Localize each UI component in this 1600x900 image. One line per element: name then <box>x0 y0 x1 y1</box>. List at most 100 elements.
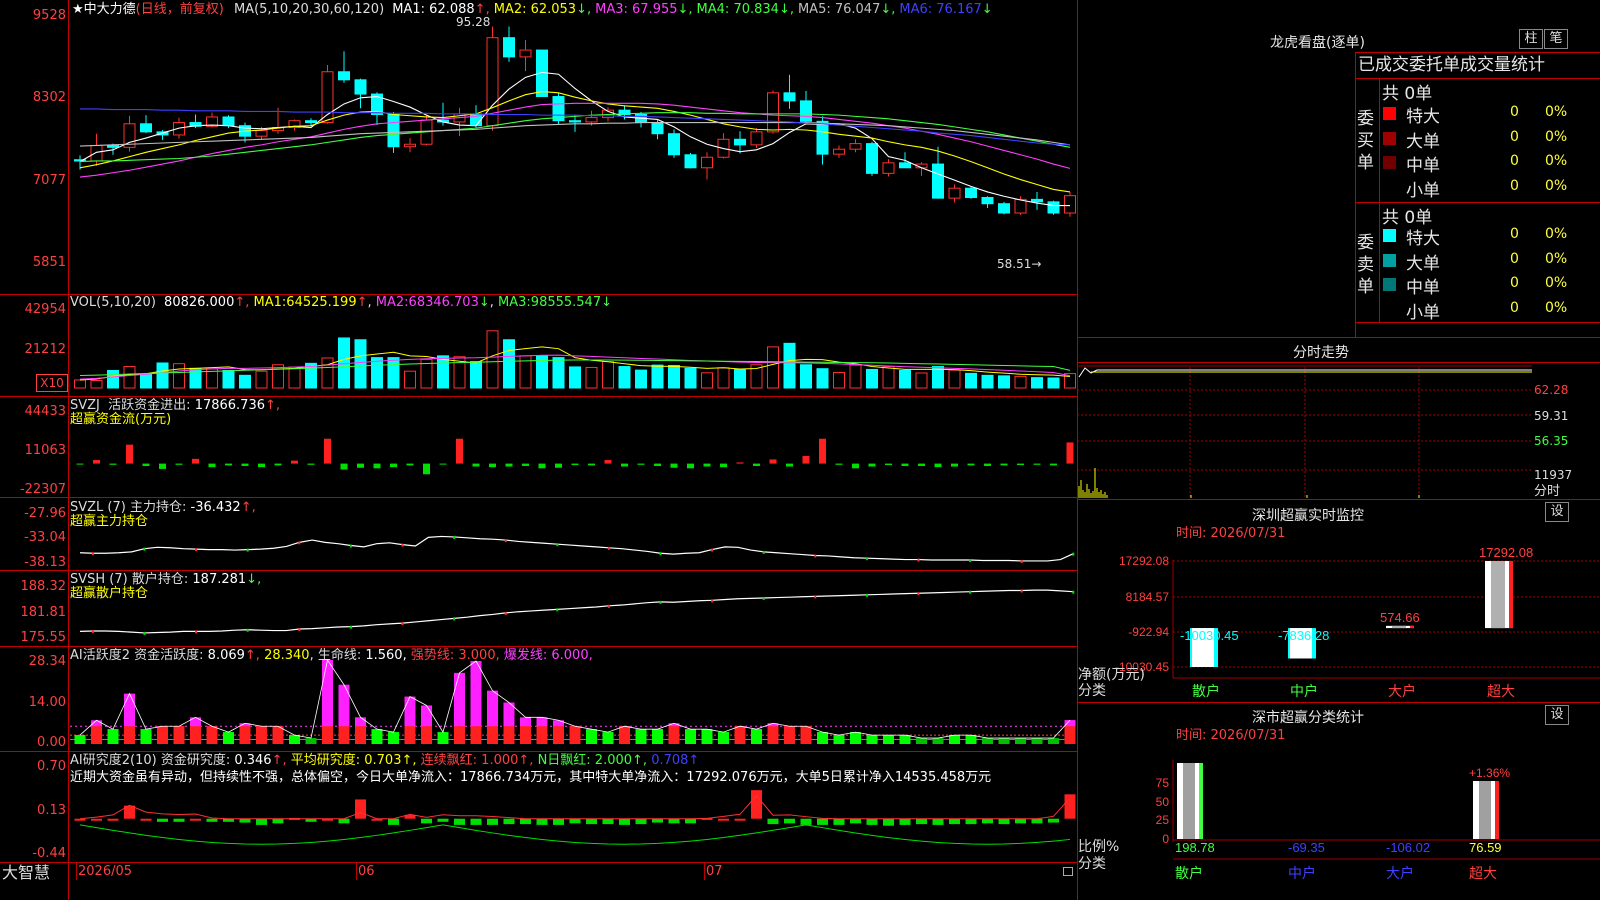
activity-bar <box>899 735 911 744</box>
volume-bar <box>998 375 1010 389</box>
fund-flow-bar <box>76 463 84 465</box>
holding-tick <box>195 630 198 634</box>
volume-bar <box>783 342 796 389</box>
order-size-label: 中单 <box>1406 156 1440 176</box>
research-bar <box>140 818 152 821</box>
sz-class-chart: 75 50 25 0 198.78 散户 -69.35 中户 -106.02 大户 76.59 超大 +… <box>1156 760 1600 882</box>
holding-tick <box>143 631 146 635</box>
sz-class-y-label: 25 <box>1156 813 1170 827</box>
holding-tick <box>246 548 249 552</box>
holding-tick <box>298 628 301 631</box>
volume-bar <box>189 367 202 389</box>
fund-flow-bar <box>456 438 463 464</box>
volume-bar <box>272 364 284 389</box>
sz-class-ylabel: 比例% <box>1078 839 1120 855</box>
research-bar <box>338 818 350 824</box>
tick-mode-button[interactable]: 笔 <box>1544 29 1568 49</box>
activity-bar <box>998 738 1010 744</box>
activity-bar <box>652 729 663 744</box>
sz-class-title: 深市超赢分类统计 <box>1252 710 1364 726</box>
candlestick-chart[interactable] <box>0 0 1077 294</box>
fund-flow-bar <box>769 459 777 464</box>
brand-label[interactable]: 大智慧 <box>2 863 50 883</box>
volume-bar <box>701 372 713 389</box>
holding-tick <box>143 547 146 551</box>
holding-tick <box>453 617 456 621</box>
candle-body <box>387 114 400 148</box>
volume-bar <box>981 374 994 389</box>
bar-mode-button[interactable]: 柱 <box>1519 29 1543 49</box>
research-bar <box>850 818 861 824</box>
settings-button[interactable]: 设 <box>1545 705 1569 725</box>
sz-monitor-bar-label: 17292.08 <box>1479 545 1533 560</box>
sz-class-y-label: 0 <box>1162 832 1169 846</box>
research-bar <box>157 818 168 822</box>
buy-total: 共 0单 <box>1382 84 1433 104</box>
candle-body <box>338 71 350 81</box>
legend-swatch <box>1383 302 1396 316</box>
candle-body <box>800 100 812 122</box>
activity-bar <box>586 729 597 744</box>
volume-bar <box>849 364 862 389</box>
research-bar <box>883 818 894 826</box>
holding-tick <box>762 596 765 600</box>
fund-flow-bar <box>340 463 348 470</box>
holding-tick <box>969 559 972 563</box>
candle-body <box>899 162 911 169</box>
activity-bar <box>685 729 696 744</box>
holding-tick <box>349 544 352 548</box>
activity-bar <box>520 726 531 744</box>
activity-bar <box>190 726 201 744</box>
research-bar <box>949 818 960 825</box>
research-bar <box>487 818 498 825</box>
sz-monitor-chart: 17292.088184.57-922.94-10030.45-10030.45… <box>1115 545 1600 700</box>
fund-flow-bar <box>753 463 760 466</box>
research-bar <box>454 818 465 825</box>
research-bar <box>635 818 647 825</box>
fund-flow-bar <box>175 463 183 465</box>
volume-bar <box>239 374 251 389</box>
volume-bar <box>222 369 235 389</box>
fund-flow-bar <box>439 463 447 465</box>
volume-bar <box>74 379 86 389</box>
holding-tick <box>1020 559 1023 563</box>
lock-icon[interactable] <box>1063 867 1073 876</box>
volume-bar <box>156 362 169 389</box>
fund-flow-bar <box>522 463 529 466</box>
sz-monitor-ylabel2: 分类 <box>1078 683 1106 699</box>
order-pct: 0% <box>1545 177 1568 194</box>
research-bar <box>817 818 828 825</box>
holding-tick <box>1072 590 1075 594</box>
activity-bar <box>305 738 317 744</box>
sz-monitor-bar-shade <box>1392 625 1406 629</box>
order-count: 0 <box>1510 299 1519 316</box>
pane-divider <box>0 862 1077 863</box>
intraday-chart[interactable] <box>1077 362 1600 499</box>
candle-body <box>668 133 680 156</box>
fund-flow-bar <box>1033 463 1041 465</box>
volume-bar <box>107 369 119 389</box>
candle-body <box>783 92 796 102</box>
research-line <box>79 794 1071 820</box>
activity-bar <box>338 726 350 744</box>
candle-body <box>734 138 746 146</box>
research-bar <box>437 818 449 822</box>
fund-flow-chart <box>76 438 1074 475</box>
sz-monitor-bar-label: -7836.28 <box>1278 628 1329 643</box>
candle-body <box>833 148 845 155</box>
activity-bar <box>800 726 812 744</box>
sz-monitor-ylabel: 净额(万元) <box>1078 667 1145 683</box>
order-pct: 0% <box>1545 250 1568 267</box>
fund-flow-bar <box>819 438 826 464</box>
candle-body <box>503 37 515 58</box>
settings-button[interactable]: 设 <box>1545 502 1569 522</box>
legend-swatch <box>1383 229 1396 242</box>
fund-flow-bar <box>291 460 298 464</box>
research-bar <box>784 818 795 824</box>
research-bar <box>932 818 944 825</box>
fund-flow-bar <box>1017 463 1024 466</box>
candle-body <box>404 143 416 148</box>
research-bar <box>421 818 432 824</box>
candle-body <box>1064 195 1076 214</box>
fund-flow-bar <box>1000 463 1008 466</box>
